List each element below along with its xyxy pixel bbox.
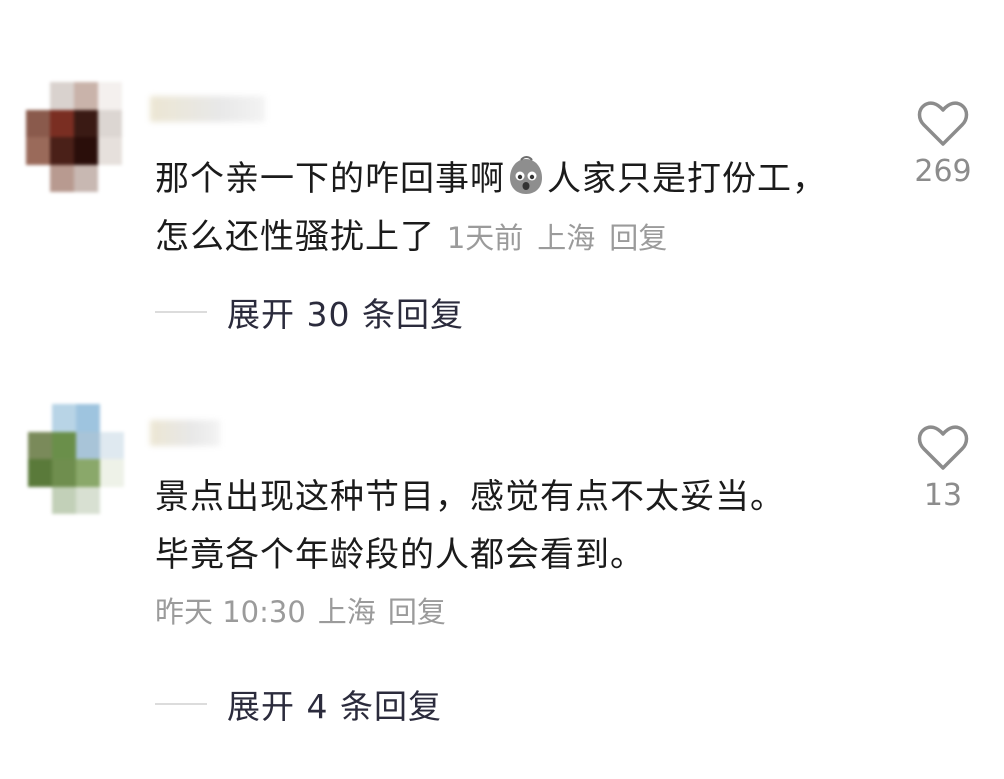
avatar-pixel bbox=[26, 82, 50, 110]
avatar-pixel bbox=[100, 486, 124, 514]
expand-replies-label: 展开 4 条回复 bbox=[227, 687, 442, 726]
avatar-pixel bbox=[52, 431, 76, 459]
avatar-pixel bbox=[50, 82, 74, 110]
avatar-pixel bbox=[98, 109, 122, 137]
avatar-pixel bbox=[50, 109, 74, 137]
comment-text: 那个亲一下的咋回事啊 人家只是打份工，怎么还性骚扰上了 1天前 上海 回复 bbox=[155, 150, 855, 267]
avatar-pixel bbox=[26, 137, 50, 165]
avatar-pixel bbox=[98, 164, 122, 192]
comment-location: 上海 bbox=[317, 595, 376, 629]
username-blurred[interactable] bbox=[150, 96, 265, 122]
expand-replies-button[interactable]: 展开 30 条回复 bbox=[155, 288, 464, 336]
avatar-pixel bbox=[100, 459, 124, 487]
avatar-pixel bbox=[28, 431, 52, 459]
avatar-pixel bbox=[52, 459, 76, 487]
avatar-pixel bbox=[100, 404, 124, 432]
avatar-pixel bbox=[74, 137, 98, 165]
reply-button[interactable]: 回复 bbox=[388, 595, 446, 629]
username-blurred[interactable] bbox=[150, 420, 220, 446]
like-count: 269 bbox=[914, 154, 972, 189]
avatar-pixel bbox=[28, 459, 52, 487]
avatar[interactable] bbox=[26, 82, 122, 192]
avatar-pixel bbox=[76, 459, 100, 487]
like-button[interactable]: 269 bbox=[908, 100, 978, 189]
like-count: 13 bbox=[923, 478, 963, 513]
avatar-pixel bbox=[26, 164, 50, 192]
like-button[interactable]: 13 bbox=[908, 424, 978, 513]
comment-meta: 昨天 10:30 上海 回复 bbox=[155, 592, 458, 632]
comment-text: 景点出现这种节目，感觉有点不太妥当。毕竟各个年龄段的人都会看到。 bbox=[155, 477, 785, 575]
avatar[interactable] bbox=[28, 404, 124, 514]
avatar-pixel bbox=[74, 109, 98, 137]
avatar-pixel bbox=[50, 137, 74, 165]
avatar-pixel bbox=[74, 164, 98, 192]
avatar-pixel bbox=[26, 109, 50, 137]
avatar-pixel bbox=[76, 486, 100, 514]
avatar-pixel bbox=[52, 486, 76, 514]
expand-replies-label: 展开 30 条回复 bbox=[227, 295, 464, 334]
expand-replies-button[interactable]: 展开 4 条回复 bbox=[155, 680, 442, 728]
avatar-pixel bbox=[76, 431, 100, 459]
crying-face-emoji-icon bbox=[510, 156, 542, 194]
comment-time: 昨天 10:30 bbox=[155, 595, 306, 629]
reply-button[interactable]: 回复 bbox=[609, 221, 667, 255]
avatar-pixel bbox=[28, 486, 52, 514]
divider bbox=[155, 703, 207, 705]
avatar-pixel bbox=[28, 404, 52, 432]
avatar-pixel bbox=[50, 164, 74, 192]
avatar-pixel bbox=[98, 82, 122, 110]
avatar-pixel bbox=[74, 82, 98, 110]
heart-icon bbox=[917, 425, 969, 470]
avatar-pixel bbox=[76, 404, 100, 432]
comment-meta: 1天前 上海 回复 bbox=[447, 221, 681, 255]
comment-time: 1天前 bbox=[446, 221, 524, 255]
avatar-pixel bbox=[100, 431, 124, 459]
heart-icon bbox=[917, 101, 969, 146]
avatar-pixel bbox=[52, 404, 76, 432]
avatar-pixel bbox=[98, 137, 122, 165]
divider bbox=[155, 311, 207, 313]
comment-location: 上海 bbox=[537, 221, 596, 255]
